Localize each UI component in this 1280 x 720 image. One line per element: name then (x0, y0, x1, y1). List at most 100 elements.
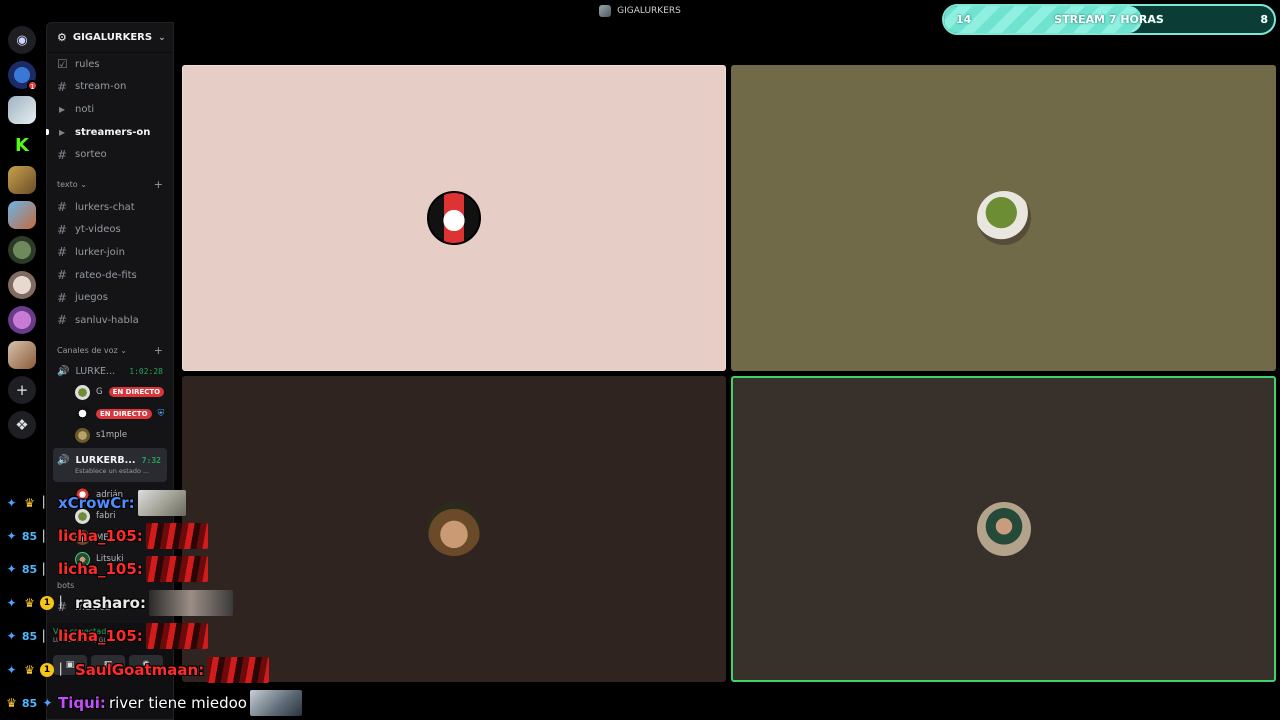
chat-text: river tiene miedoo (108, 694, 247, 713)
server-name: GIGALURKERS (72, 32, 153, 43)
notification-badge: 1 (27, 80, 38, 91)
explore-servers-icon[interactable]: ❖ (8, 411, 36, 439)
voice-user-name: G (96, 387, 103, 398)
chat-username: licha_105: (58, 627, 143, 646)
video-tile-1[interactable] (182, 65, 726, 371)
server-icon-8[interactable] (8, 306, 36, 334)
channel-noti[interactable]: ▸ noti (47, 98, 173, 121)
chat-message: ✦ ♛ 1 ▏ SaulGoatmaan: (0, 653, 320, 686)
server-icon (599, 5, 612, 17)
stream-goal-end: 8 (1260, 13, 1268, 26)
voice-user[interactable]: G EN DIRECTO (47, 382, 173, 404)
sword-badge-icon: ✦ (6, 495, 17, 510)
chat-emote (148, 589, 233, 616)
voice-channel-label: LURKERB... (75, 454, 136, 466)
shield-icon: ⛨ (157, 408, 165, 419)
hash-icon: # (57, 200, 68, 215)
channel-streamers-on[interactable]: ▸ streamers-on (46, 121, 173, 144)
hash-icon: # (57, 268, 68, 283)
channel-stream-on[interactable]: # stream-on (47, 76, 173, 99)
stream-goal-label: STREAM 7 HORAS (1054, 13, 1164, 26)
channel-label: lurker-join (75, 246, 125, 258)
avatar (75, 427, 90, 443)
voice-user[interactable]: s1mple (47, 425, 173, 447)
crown-badge-icon: ♛ (24, 662, 35, 677)
channel-label: noti (75, 103, 95, 115)
avatar (427, 502, 481, 556)
bar-badge-icon: ▏ (43, 562, 52, 576)
voice-channel-lurkerb[interactable]: 🔊 LURKERB... 7:32 Establece un estado ..… (53, 448, 167, 483)
chat-emote (207, 656, 270, 683)
one-badge-icon: 1 (40, 662, 54, 677)
sword-badge-icon: ✦ (6, 562, 17, 577)
b85-badge-icon: 85 (21, 562, 38, 576)
hash-icon: # (57, 245, 68, 260)
live-badge: EN DIRECTO (96, 408, 152, 419)
server-icon-gigalurkers[interactable] (8, 96, 36, 124)
one-badge-icon: 1 (40, 595, 54, 610)
server-icon-1[interactable]: 1 (8, 61, 38, 91)
channel-sanluv-habla[interactable]: # sanluv-habla (47, 309, 173, 332)
chevron-down-icon: ⌄ (158, 32, 166, 43)
add-channel-icon[interactable]: + (154, 178, 163, 191)
category-voice[interactable]: Canales de voz ⌄ + (47, 340, 173, 362)
channel-rules[interactable]: ☑ rules (47, 53, 173, 76)
video-tile-4-speaking[interactable] (731, 376, 1276, 682)
chat-message: ♛ 85 ✦ Tiqui: river tiene miedoo (0, 686, 320, 719)
chat-emote (145, 623, 208, 650)
server-icon-7[interactable] (8, 271, 36, 299)
channel-juegos[interactable]: # juegos (47, 286, 173, 309)
voice-channel-lurke[interactable]: 🔊 LURKE... 1:02:28 (47, 362, 173, 382)
megaphone-icon: ▸ (58, 102, 66, 117)
chevron-down-icon: ⌄ (120, 346, 127, 356)
hash-icon: # (57, 290, 68, 305)
add-channel-icon[interactable]: + (154, 344, 163, 357)
add-server-icon[interactable]: + (8, 376, 36, 404)
chevron-down-icon: ⌄ (80, 180, 87, 190)
megaphone-icon: ▸ (58, 125, 66, 140)
server-header[interactable]: ⚙ GIGALURKERS ⌄ (47, 23, 173, 53)
sword-badge-icon: ✦ (6, 529, 17, 544)
chat-message: ✦ ♛ 1 ▏ rasharo: (0, 586, 320, 619)
voice-user[interactable]: EN DIRECTO ⛨ (47, 403, 173, 425)
chat-message: ✦ 85 ▏ licha_105: (0, 553, 320, 586)
channel-lurkers-chat[interactable]: # lurkers-chat (47, 196, 173, 219)
chat-emote (145, 556, 208, 583)
server-icon-5[interactable] (8, 201, 36, 229)
chat-message: ✦ 85 ▏ licha_105: (0, 519, 320, 552)
channel-rateo-de-fits[interactable]: # rateo-de-fits (47, 264, 173, 287)
channel-label: yt-videos (75, 224, 121, 236)
b85-badge-icon: 85 (21, 696, 38, 710)
channel-sorteo[interactable]: # sorteo (47, 143, 173, 166)
b85-badge-icon: 85 (21, 629, 38, 643)
server-icon-4[interactable] (8, 166, 36, 194)
video-tile-2[interactable] (731, 65, 1276, 371)
channel-lurker-join[interactable]: # lurker-join (47, 241, 173, 264)
channel-label: streamers-on (75, 126, 151, 138)
category-label: Canales de voz (57, 346, 118, 356)
sword-badge-icon: ✦ (6, 629, 17, 644)
sword-badge-icon: ✦ (6, 595, 17, 610)
server-rail: ◉ 1 K + ❖ (0, 22, 44, 442)
avatar (427, 191, 481, 245)
voice-user-name: s1mple (96, 430, 128, 441)
chat-message: ✦ ♛ ▏ xCrowCr: (0, 486, 320, 519)
bar-badge-icon: ▏ (43, 629, 52, 643)
kick-icon[interactable]: K (8, 131, 36, 159)
voice-timer: 7:32 (141, 455, 161, 465)
server-icon-6[interactable] (8, 236, 36, 264)
channel-label: stream-on (75, 81, 127, 93)
hash-icon: # (57, 313, 68, 328)
speaker-icon: 🔊 (57, 454, 70, 466)
chat-username: licha_105: (58, 560, 143, 579)
discord-home-icon[interactable]: ◉ (8, 26, 36, 54)
channel-yt-videos[interactable]: # yt-videos (47, 219, 173, 242)
category-texto[interactable]: texto ⌄ + (47, 174, 173, 196)
server-icon-9[interactable] (8, 341, 36, 369)
avatar (75, 406, 90, 422)
chat-username: rasharo: (75, 593, 146, 612)
b85-badge-icon: 85 (21, 529, 38, 543)
chat-username: licha_105: (58, 527, 143, 546)
avatar (976, 502, 1031, 556)
sword-badge-icon: ✦ (6, 662, 17, 677)
